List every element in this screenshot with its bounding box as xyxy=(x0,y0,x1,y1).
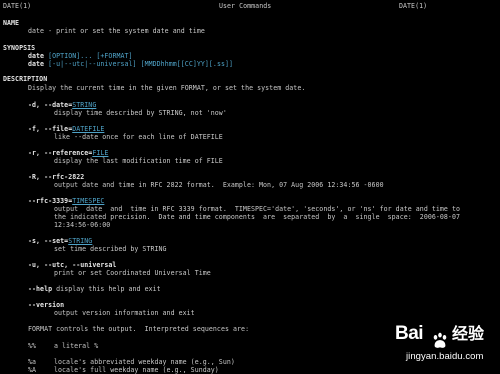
option-desc: display this help and exit xyxy=(56,285,161,293)
option-desc: output date and time in RFC 2822 format.… xyxy=(54,181,384,189)
baidu-logo-text: Bai xyxy=(395,323,424,344)
option-flag-name: -s, --set= xyxy=(28,237,69,245)
man-header-left: DATE(1) xyxy=(3,2,32,10)
option-flag-name: -f, --file= xyxy=(28,125,73,133)
format-intro: FORMAT controls the output. Interpreted … xyxy=(28,325,250,333)
section-name-heading: NAME xyxy=(3,19,20,27)
option-desc: output version information and exit xyxy=(54,309,195,317)
option-flag-name: -d, --date= xyxy=(28,101,73,109)
synopsis-cmd: date xyxy=(28,60,45,68)
sequence-code: %% xyxy=(28,342,37,350)
option-arg: STRING xyxy=(72,101,97,109)
sequence-desc: locale's full weekday name (e.g., Sunday… xyxy=(54,366,219,374)
option-flag: --help display this help and exit xyxy=(28,285,161,293)
option-desc: set time described by STRING xyxy=(54,245,167,253)
section-description-heading: DESCRIPTION xyxy=(3,75,48,83)
option-desc: display the last modification time of FI… xyxy=(54,157,223,165)
option-flag-name: --version xyxy=(28,301,65,309)
synopsis-cmd: date xyxy=(28,52,45,60)
option-arg: STRING xyxy=(68,237,93,245)
option-desc: 12:34:56-06:00 xyxy=(54,221,111,229)
option-flag-name: -u, --utc, --universal xyxy=(28,261,117,269)
synopsis-args: [-u|--utc|--universal] [MMDDhhmm[[CC]YY]… xyxy=(48,60,234,68)
jingyan-url: jingyan.baidu.com xyxy=(406,351,484,362)
man-header-center: User Commands xyxy=(219,2,272,10)
paw-icon xyxy=(433,332,447,348)
option-desc: display time described by STRING, not 'n… xyxy=(54,109,227,117)
sequence-desc: a literal % xyxy=(54,342,99,350)
man-header-right: DATE(1) xyxy=(399,2,428,10)
option-arg: DATEFILE xyxy=(72,125,105,133)
option-arg: TIMESPEC xyxy=(72,197,105,205)
sequence-code: %A xyxy=(28,366,37,374)
option-flag-name: --help xyxy=(28,285,53,293)
option-desc: print or set Coordinated Universal Time xyxy=(54,269,211,277)
name-text: date - print or set the system date and … xyxy=(28,27,205,35)
synopsis-args: [OPTION]... [+FORMAT] xyxy=(48,52,133,60)
description-text: Display the current time in the given FO… xyxy=(28,84,306,92)
option-flag-name: -R, --rfc-2822 xyxy=(28,173,85,181)
baidu-jingyan-watermark: Bai 经验 jingyan.baidu.com xyxy=(395,323,495,370)
option-arg: FILE xyxy=(92,149,109,157)
jingyan-text: 经验 xyxy=(452,326,485,343)
option-flag-name: -r, --reference= xyxy=(28,149,93,157)
option-flag-name: --rfc-3339= xyxy=(28,197,73,205)
option-desc: like --date once for each line of DATEFI… xyxy=(54,133,223,141)
terminal-screen: DATE(1) User Commands DATE(1) NAME date … xyxy=(0,0,500,374)
option-desc: the indicated precision. Date and time c… xyxy=(54,213,460,221)
synopsis-line-2: date [-u|--utc|--universal] [MMDDhhmm[[C… xyxy=(28,60,233,68)
